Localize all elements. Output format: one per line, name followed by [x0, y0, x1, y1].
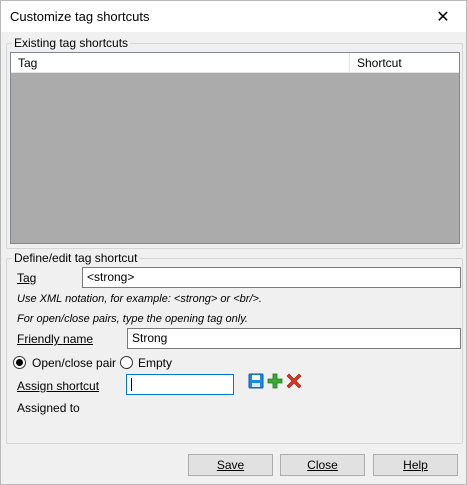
add-icon — [267, 373, 283, 389]
assigned-to-label: Assigned to — [17, 401, 80, 415]
assign-shortcut-input[interactable] — [126, 374, 234, 395]
tag-label-text: Tag — [17, 271, 37, 285]
save-shortcut-button[interactable] — [248, 373, 264, 389]
close-icon: ✕ — [436, 8, 450, 26]
delete-icon — [286, 373, 302, 389]
tag-label: Tag — [17, 271, 36, 285]
close-window-button[interactable]: ✕ — [420, 1, 466, 32]
friendly-name-label: Friendly name — [17, 332, 93, 346]
close-button-label: Close — [307, 458, 338, 472]
title-bar: Customize tag shortcuts ✕ — [1, 1, 466, 32]
column-header-shortcut[interactable]: Shortcut — [350, 53, 459, 73]
empty-radio[interactable] — [120, 356, 133, 369]
friendly-name-label-text: Friendly name — [17, 332, 94, 346]
help-button[interactable]: Help — [373, 454, 458, 476]
customize-tag-shortcuts-dialog: Customize tag shortcuts ✕ Existing tag s… — [0, 0, 467, 485]
tag-input[interactable]: <strong> — [82, 267, 461, 288]
define-edit-group-label: Define/edit tag shortcut — [12, 251, 140, 265]
save-button[interactable]: Save — [188, 454, 273, 476]
empty-label[interactable]: Empty — [138, 356, 172, 370]
open-close-pair-label[interactable]: Open/close pair — [32, 356, 116, 370]
help-button-label: Help — [403, 458, 428, 472]
open-close-hint: For open/close pairs, type the opening t… — [17, 313, 248, 325]
text-caret — [131, 378, 132, 392]
save-icon — [248, 373, 264, 389]
column-header-tag[interactable]: Tag — [11, 53, 350, 73]
close-button[interactable]: Close — [280, 454, 365, 476]
friendly-name-input[interactable]: Strong — [127, 328, 461, 349]
assign-shortcut-label: Assign shortcut — [17, 379, 99, 393]
shortcuts-list[interactable]: Tag Shortcut — [10, 52, 460, 244]
save-button-label: Save — [216, 458, 245, 472]
delete-shortcut-button[interactable] — [286, 373, 302, 389]
open-close-pair-radio[interactable] — [13, 356, 26, 369]
xml-notation-hint: Use XML notation, for example: <strong> … — [17, 293, 262, 305]
existing-shortcuts-group-label: Existing tag shortcuts — [12, 36, 131, 50]
list-header: Tag Shortcut — [11, 53, 459, 73]
add-shortcut-button[interactable] — [267, 373, 283, 389]
dialog-title: Customize tag shortcuts — [10, 9, 150, 24]
assign-shortcut-label-text: Assign shortcut — [17, 379, 100, 393]
